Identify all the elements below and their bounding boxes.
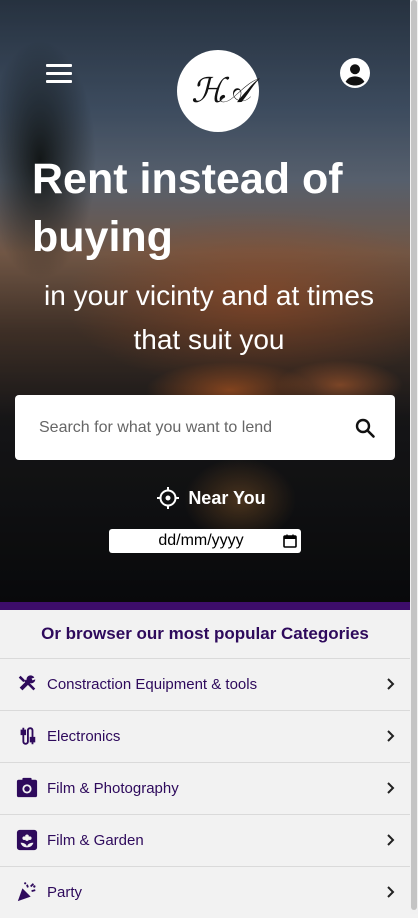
chevron-right-icon <box>387 782 395 794</box>
near-you-label: Near You <box>188 487 266 508</box>
cable-icon <box>20 727 36 745</box>
date-picker[interactable]: dd/mm/yyyy <box>109 529 301 553</box>
camera-icon <box>16 777 38 798</box>
date-placeholder: dd/mm/yyyy <box>158 532 244 549</box>
category-item-party[interactable]: Party <box>0 866 410 918</box>
category-label: Electronics <box>47 728 121 745</box>
logo-monogram: ℋ𝒜 <box>191 71 251 111</box>
category-item-film-garden[interactable]: Film & Garden <box>0 814 410 866</box>
account-circle-icon[interactable] <box>340 58 370 88</box>
chevron-right-icon <box>387 886 395 898</box>
search-box <box>15 395 395 460</box>
section-divider <box>0 602 410 610</box>
tools-icon <box>18 675 36 691</box>
category-label: Film & Photography <box>47 780 179 797</box>
near-you-button[interactable]: Near You <box>0 486 410 510</box>
category-label: Film & Garden <box>47 832 144 849</box>
hero-banner: ℋ𝒜 Rent instead of buying in your vicint… <box>0 0 410 602</box>
hero-subline: in your vicinty and at times that suit y… <box>44 280 374 355</box>
category-list: Constraction Equipment & tools Electroni… <box>0 658 410 918</box>
category-label: Constraction Equipment & tools <box>47 676 258 693</box>
hamburger-menu-icon[interactable] <box>46 64 72 86</box>
category-item-electronics[interactable]: Electronics <box>0 710 410 762</box>
party-popper-icon <box>17 882 36 902</box>
categories-title: Or browser our most popular Categories <box>41 624 369 643</box>
chevron-right-icon <box>387 678 395 690</box>
chevron-right-icon <box>387 730 395 742</box>
category-label: Party <box>47 884 83 901</box>
hero-headline: Rent instead of buying <box>32 155 343 261</box>
chevron-right-icon <box>387 834 395 846</box>
flower-icon <box>16 829 38 851</box>
scrollbar-thumb[interactable] <box>411 0 417 910</box>
crosshair-location-icon <box>157 487 180 509</box>
search-input[interactable] <box>37 417 331 438</box>
calendar-icon[interactable] <box>283 534 297 548</box>
page-scrollbar[interactable] <box>410 0 418 914</box>
brand-logo[interactable]: ℋ𝒜 <box>177 50 259 132</box>
category-item-construction[interactable]: Constraction Equipment & tools <box>0 658 410 710</box>
category-item-film-photography[interactable]: Film & Photography <box>0 762 410 814</box>
search-icon[interactable] <box>353 416 377 440</box>
